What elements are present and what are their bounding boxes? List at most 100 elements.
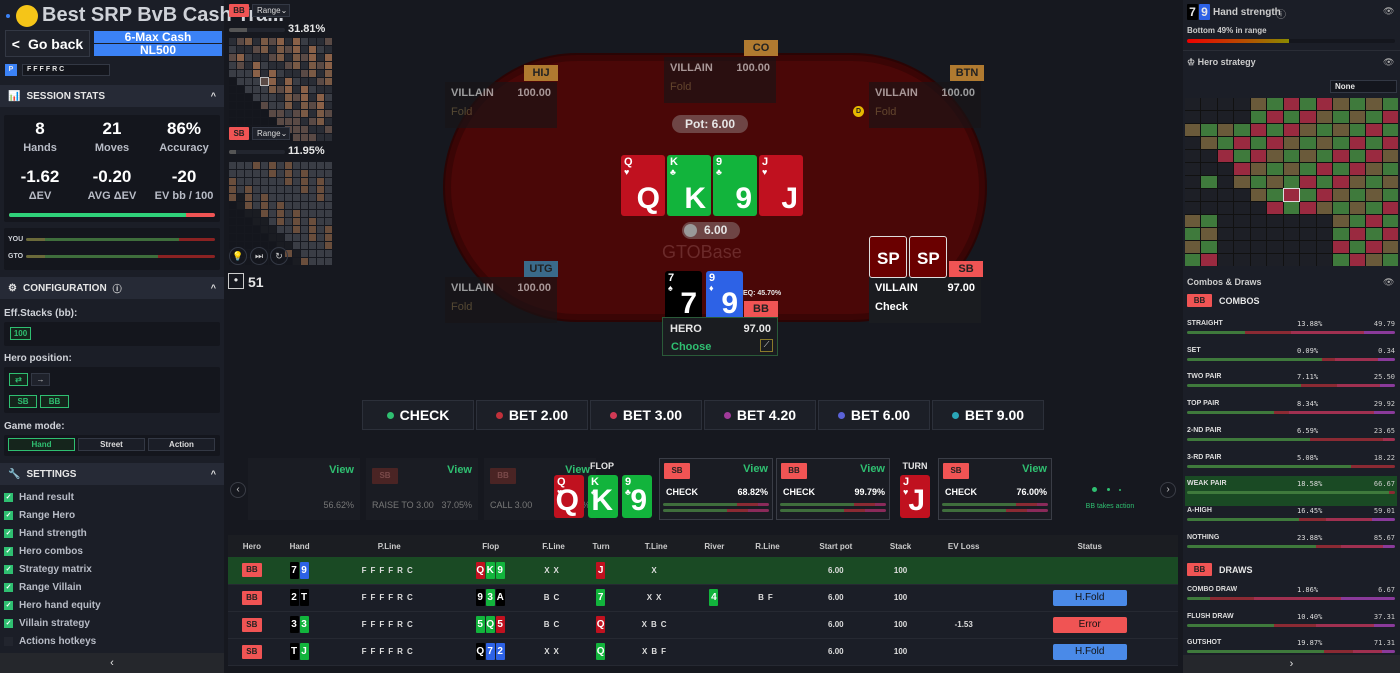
status-badge[interactable]: H.Fold (1052, 643, 1127, 660)
range-cell[interactable] (317, 46, 324, 53)
range-cell[interactable] (309, 218, 316, 225)
range-cell[interactable] (229, 170, 236, 177)
hero-strategy-matrix[interactable] (1185, 98, 1398, 266)
range-cell[interactable] (253, 110, 260, 117)
range-cell[interactable] (309, 250, 316, 257)
range-cell[interactable] (293, 210, 300, 217)
range-cell[interactable] (277, 178, 284, 185)
range-cell[interactable] (269, 194, 276, 201)
range-cell[interactable] (245, 170, 252, 177)
range-cell[interactable] (301, 242, 308, 249)
range-cell[interactable] (229, 46, 236, 53)
range-cell[interactable] (245, 226, 252, 233)
column-header[interactable]: Hand (275, 535, 324, 557)
eff-stacks-option[interactable]: 100 (10, 327, 31, 340)
range-cell[interactable] (237, 110, 244, 117)
strategy-cell[interactable] (1234, 98, 1250, 110)
strategy-cell[interactable] (1382, 137, 1398, 149)
strategy-cell[interactable] (1283, 202, 1300, 214)
mode-action[interactable]: Action (148, 438, 215, 451)
checkbox[interactable]: ✓ (4, 583, 13, 592)
range-cell[interactable] (260, 77, 269, 86)
strategy-cell[interactable] (1300, 98, 1316, 110)
range-cell[interactable] (301, 118, 308, 125)
range-cell[interactable] (317, 202, 324, 209)
range-cell[interactable] (309, 226, 316, 233)
strategy-cell[interactable] (1185, 163, 1201, 175)
strategy-cell[interactable] (1382, 189, 1398, 201)
setting-strategy-matrix[interactable]: ✓ Strategy matrix (4, 564, 92, 575)
strategy-cell[interactable] (1333, 228, 1349, 240)
range-cell[interactable] (285, 110, 292, 117)
range-cell[interactable] (301, 62, 308, 69)
range-cell[interactable] (285, 70, 292, 77)
strategy-cell[interactable] (1316, 124, 1333, 136)
strategy-cell[interactable] (1366, 189, 1382, 201)
range-cell[interactable] (301, 54, 308, 61)
range-cell[interactable] (261, 86, 268, 93)
range-cell[interactable] (309, 210, 316, 217)
table-row[interactable]: SB 3 3 FFFFRC 5 Q 5 BC Q XBC 6.00 100 -1.53 Error (228, 611, 1178, 639)
range-cell[interactable] (301, 46, 308, 53)
range-cell[interactable] (245, 186, 252, 193)
range-cell[interactable] (309, 94, 316, 101)
strategy-cell[interactable] (1283, 241, 1300, 253)
range-cell[interactable] (237, 62, 244, 69)
strategy-cell[interactable] (1333, 241, 1349, 253)
range-cell[interactable] (245, 86, 252, 93)
strategy-cell[interactable] (1267, 111, 1283, 123)
range-cell[interactable] (229, 194, 236, 201)
range-cell[interactable] (261, 170, 268, 177)
range-cell[interactable] (269, 178, 276, 185)
strategy-cell[interactable] (1349, 137, 1366, 149)
strategy-cell[interactable] (1201, 137, 1217, 149)
range-cell[interactable] (301, 234, 308, 241)
range-cell[interactable] (325, 258, 332, 265)
range-cell[interactable] (277, 186, 284, 193)
strategy-cell[interactable] (1333, 202, 1349, 214)
range-cell[interactable] (269, 210, 276, 217)
strategy-cell[interactable] (1185, 124, 1201, 136)
action-bet-9-00[interactable]: BET 9.00 (932, 400, 1044, 430)
collapse-right-panel-button[interactable]: › (1183, 655, 1400, 673)
range-cell[interactable] (261, 186, 268, 193)
column-header[interactable]: EV Loss (926, 535, 1002, 557)
strategy-cell[interactable] (1234, 150, 1250, 162)
range-cell[interactable] (269, 78, 276, 85)
range-cell[interactable] (317, 110, 324, 117)
range-cell[interactable] (245, 178, 252, 185)
strategy-cell[interactable] (1250, 189, 1267, 201)
range-cell[interactable] (261, 110, 268, 117)
range-cell[interactable] (325, 54, 332, 61)
range-cell[interactable] (309, 70, 316, 77)
range-cell[interactable] (285, 170, 292, 177)
range-cell[interactable] (269, 202, 276, 209)
action-bet-3-00[interactable]: BET 3.00 (590, 400, 702, 430)
collapse-sidebar-button[interactable]: ‹ (0, 653, 224, 673)
range-cell[interactable] (229, 226, 236, 233)
range-cell[interactable] (309, 186, 316, 193)
range-cell[interactable] (317, 54, 324, 61)
range-cell[interactable] (325, 126, 332, 133)
view-link[interactable]: View (329, 464, 354, 476)
range-cell[interactable] (325, 46, 332, 53)
strategy-cell[interactable] (1267, 98, 1283, 110)
strategy-cell[interactable] (1250, 254, 1267, 266)
strategy-cell[interactable] (1316, 228, 1333, 240)
strategy-cell[interactable] (1349, 163, 1366, 175)
range-cell[interactable] (317, 226, 324, 233)
strategy-cell[interactable] (1282, 188, 1301, 202)
setting-actions-hotkeys[interactable]: Actions hotkeys (4, 636, 96, 647)
view-link[interactable]: View (1022, 463, 1047, 475)
strategy-cell[interactable] (1234, 228, 1250, 240)
strategy-cell[interactable] (1234, 124, 1250, 136)
strategy-cell[interactable] (1267, 202, 1283, 214)
range-cell[interactable] (301, 210, 308, 217)
eye-icon[interactable]: 👁 (1383, 57, 1394, 68)
range-cell[interactable] (261, 118, 268, 125)
checkbox[interactable]: ✓ (4, 565, 13, 574)
strategy-cell[interactable] (1185, 189, 1201, 201)
range-cell[interactable] (229, 86, 236, 93)
strategy-select[interactable]: None (1330, 80, 1397, 93)
strategy-cell[interactable] (1316, 202, 1333, 214)
